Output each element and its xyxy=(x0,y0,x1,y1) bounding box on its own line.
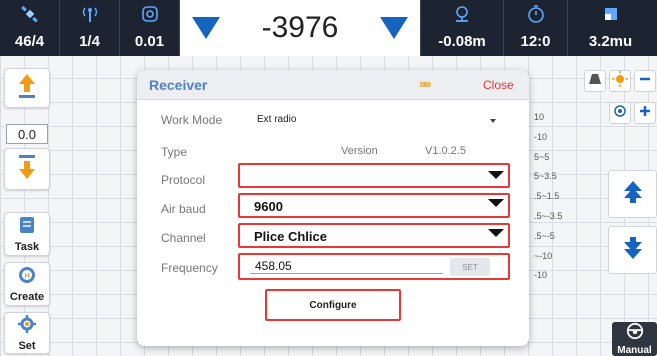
manual-mode-button[interactable]: Manual xyxy=(612,322,657,356)
double-arrow-up-icon xyxy=(622,179,644,210)
stake-value: .5~-3.5 xyxy=(534,210,563,221)
create-label: Create xyxy=(9,291,45,303)
zoom-out-button[interactable] xyxy=(634,70,656,92)
radio-antenna-icon xyxy=(60,4,119,26)
status-bar: 46/4 1/4 0.01 -3976 -0.08m 12:0 3.2mu xyxy=(0,0,657,56)
channel-dropdown-icon[interactable] xyxy=(488,229,504,237)
stake-value-column: 10 -10 5~5 5~3.5 .5~1.5 .5~-3.5 .5~-5 ~-… xyxy=(534,108,574,286)
svg-text:H: H xyxy=(24,273,29,280)
stake-value: .5~1.5 xyxy=(534,191,560,202)
work-mode-label: Work Mode xyxy=(161,113,223,127)
main-value: -3976 xyxy=(261,11,339,44)
precision-value: 0.01 xyxy=(134,33,165,50)
protocol-label: Protocol xyxy=(161,173,206,187)
move-up-button[interactable] xyxy=(4,68,50,108)
frequency-input[interactable]: 458.05 xyxy=(255,259,292,273)
set-label: Set xyxy=(18,340,36,352)
dialog-header: Receiver »» Close xyxy=(137,70,529,100)
time-cell[interactable]: 12:0 xyxy=(504,0,568,56)
satellites-value: 46/4 xyxy=(14,33,45,50)
cone-icon xyxy=(588,72,602,91)
work-mode-select[interactable]: Ext radio xyxy=(257,114,296,125)
locate-button[interactable] xyxy=(609,102,631,124)
radio-cell[interactable]: 1/4 xyxy=(60,0,120,56)
create-icon: H xyxy=(17,265,37,290)
receiver-dialog: Receiver »» Close Work Mode Ext radio Ty… xyxy=(137,70,529,346)
arrow-up-icon xyxy=(16,72,38,105)
stake-value: -10 xyxy=(534,270,548,281)
expand-chevron-icon[interactable]: »» xyxy=(419,76,432,91)
lower-button[interactable] xyxy=(608,226,657,274)
zoom-in-button[interactable] xyxy=(634,102,656,124)
arrow-down-icon xyxy=(16,153,38,186)
settings-icon xyxy=(17,314,37,339)
task-icon xyxy=(17,215,37,240)
satellites-cell[interactable]: 46/4 xyxy=(0,0,60,56)
channel-select[interactable]: Plice Chlice xyxy=(238,223,510,248)
radio-value: 1/4 xyxy=(79,33,100,50)
air-baud-label: Air baud xyxy=(161,202,206,216)
precision-cell[interactable]: 0.01 xyxy=(120,0,180,56)
minus-icon xyxy=(639,72,651,90)
clock-icon xyxy=(504,4,567,26)
brightness-button[interactable] xyxy=(609,70,631,92)
work-mode-dropdown-icon[interactable] xyxy=(490,119,496,123)
set-button[interactable]: Set xyxy=(4,312,50,354)
locate-icon xyxy=(613,104,627,123)
protocol-dropdown-icon[interactable] xyxy=(488,171,504,179)
stake-value: 10 xyxy=(534,112,545,122)
task-label: Task xyxy=(14,241,40,253)
satellite-icon xyxy=(0,4,59,26)
steering-wheel-icon xyxy=(625,322,645,345)
distance-icon xyxy=(568,4,653,26)
time-value: 12:0 xyxy=(520,33,551,50)
task-button[interactable]: Task xyxy=(4,212,50,256)
dialog-title: Receiver xyxy=(149,77,208,93)
distance-value: 3.2mu xyxy=(588,33,633,50)
air-baud-value: 9600 xyxy=(254,199,283,214)
move-down-button[interactable] xyxy=(4,148,50,190)
protocol-select[interactable] xyxy=(238,163,510,188)
channel-value: Plice Chlice xyxy=(254,229,327,244)
main-value-control[interactable]: -3976 xyxy=(180,0,420,56)
sun-icon xyxy=(612,70,628,92)
offset-icon xyxy=(421,4,503,26)
air-baud-dropdown-icon[interactable] xyxy=(488,199,504,207)
precision-target-icon xyxy=(120,4,179,26)
air-baud-select[interactable]: 9600 xyxy=(238,193,510,218)
triangle-down-icon[interactable] xyxy=(192,17,220,39)
stake-value: 5~5 xyxy=(534,151,550,162)
offset-value: -0.08m xyxy=(438,33,486,50)
stake-value: -10 xyxy=(534,131,548,142)
stake-value: .5~-5 xyxy=(534,230,555,241)
distance-cell[interactable]: 3.2mu xyxy=(568,0,653,56)
type-label: Type xyxy=(161,145,188,159)
plus-icon xyxy=(639,104,651,122)
stake-value: 5~3.5 xyxy=(534,171,557,182)
frequency-input-underline xyxy=(250,273,443,274)
stake-value: ~-10 xyxy=(534,250,553,261)
version-label: Version xyxy=(341,145,378,157)
manual-label: Manual xyxy=(617,345,652,356)
step-value-field[interactable]: 0.0 xyxy=(6,124,48,144)
set-frequency-button[interactable]: SET xyxy=(450,258,490,276)
close-button[interactable]: Close xyxy=(483,78,514,92)
cone-button[interactable] xyxy=(584,70,606,92)
frequency-label: Frequency xyxy=(161,261,218,275)
channel-label: Channel xyxy=(161,231,206,245)
raise-button[interactable] xyxy=(608,170,657,218)
offset-cell[interactable]: -0.08m xyxy=(420,0,504,56)
version-value: V1.0.2.5 xyxy=(425,145,466,157)
create-button[interactable]: H Create xyxy=(4,262,50,306)
triangle-down-icon[interactable] xyxy=(379,17,408,39)
configure-button[interactable]: Configure xyxy=(265,289,401,321)
double-arrow-down-icon xyxy=(622,235,644,266)
